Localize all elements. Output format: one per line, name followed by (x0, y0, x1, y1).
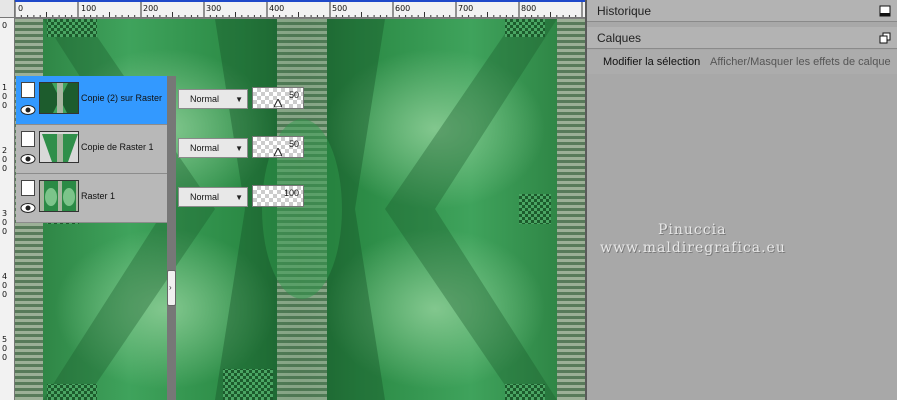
side-panels: Historique Calques Modifier la sélection… (585, 0, 897, 400)
layer-controls-row: Normal ▼ 100 (176, 174, 312, 223)
modify-selection-toggle[interactable]: Modifier la sélection (603, 56, 700, 68)
opacity-value: 100 (283, 188, 299, 198)
opacity-slider[interactable]: 100 (252, 185, 304, 207)
layers-panel-header[interactable]: Calques (587, 27, 897, 49)
horizontal-ruler[interactable]: 0 100 200 300 400 500 600 700 800 (15, 0, 585, 18)
blend-mode-value: Normal (190, 192, 220, 202)
layer-row-raster-1[interactable]: Raster 1 (16, 174, 167, 223)
ruler-label-500: 500 (332, 4, 348, 13)
vruler-digit: 4 (2, 272, 8, 281)
vruler-digit: 0 (2, 92, 8, 101)
blend-mode-select[interactable]: Normal ▼ (178, 187, 248, 207)
vruler-digit: 0 (2, 353, 8, 362)
layers-splitter[interactable] (167, 76, 176, 400)
layer-type-icon (21, 180, 35, 196)
layer-thumbnail (39, 180, 79, 212)
vruler-digit: 0 (2, 290, 8, 299)
vruler-digit: 0 (2, 164, 8, 173)
blend-mode-value: Normal (190, 143, 220, 153)
opacity-value: 50 (288, 90, 299, 100)
chevron-down-icon: ▼ (235, 193, 243, 202)
vruler-digit: 0 (2, 21, 8, 30)
restore-icon[interactable] (879, 32, 891, 44)
layer-controls-row: Normal ▼ 50 (176, 125, 312, 174)
layer-type-icon (21, 82, 35, 98)
ruler-label-800: 800 (521, 4, 537, 13)
watermark-url: www.maldiregrafica.eu (600, 240, 786, 256)
layer-name: Raster 1 (81, 191, 116, 201)
vertical-ruler[interactable]: 0 1 0 0 2 0 0 3 0 0 4 0 0 5 0 0 (0, 18, 15, 400)
layer-visibility-box (19, 80, 37, 120)
chevron-down-icon: ▼ (235, 95, 243, 104)
ruler-label-600: 600 (395, 4, 411, 13)
history-panel-header[interactable]: Historique (587, 0, 897, 22)
eye-icon[interactable] (20, 202, 36, 214)
vruler-digit: 0 (2, 155, 8, 164)
layer-visibility-box (19, 129, 37, 169)
vruler-digit: 0 (2, 344, 8, 353)
layer-controls-row: Normal ▼ 50 (176, 76, 312, 125)
ruler-label-700: 700 (458, 4, 474, 13)
opacity-slider[interactable]: 50 (252, 87, 304, 109)
chevron-down-icon: ▼ (235, 144, 243, 153)
layer-thumbnail (39, 82, 79, 114)
vruler-digit: 0 (2, 227, 8, 236)
layer-type-icon (21, 131, 35, 147)
layers-toolbar: Modifier la sélection Afficher/Masquer l… (587, 50, 897, 74)
ruler-label-0: 0 (18, 4, 24, 13)
layer-name: Copie (2) sur Raster (81, 93, 163, 103)
opacity-slider[interactable]: 50 (252, 136, 304, 158)
layer-name: Copie de Raster 1 (81, 142, 154, 152)
layer-visibility-box (19, 178, 37, 218)
eye-icon[interactable] (20, 153, 36, 165)
opacity-value: 50 (288, 139, 299, 149)
layers-title: Calques (597, 31, 642, 45)
ruler-label-100: 100 (81, 4, 97, 13)
vruler-digit: 2 (2, 146, 8, 155)
vruler-digit: 5 (2, 335, 8, 344)
layer-list: Copie (2) sur Raster Copie de Raster 1 R… (16, 76, 167, 223)
blend-mode-select[interactable]: Normal ▼ (178, 89, 248, 109)
vruler-digit: 0 (2, 101, 8, 110)
paintshop-workspace: 0 100 200 300 400 500 600 700 800 0 1 0 … (0, 0, 897, 400)
vruler-digit: 1 (2, 83, 8, 92)
blend-mode-select[interactable]: Normal ▼ (178, 138, 248, 158)
blend-mode-value: Normal (190, 94, 220, 104)
opacity-pointer-icon (274, 99, 282, 107)
minimize-icon[interactable] (879, 5, 891, 17)
opacity-pointer-icon (274, 148, 282, 156)
layer-row-copie-raster-1[interactable]: Copie de Raster 1 (16, 125, 167, 174)
ruler-corner (0, 0, 15, 18)
ruler-label-400: 400 (269, 4, 285, 13)
show-hide-effects-toggle[interactable]: Afficher/Masquer les effets de calque (710, 56, 891, 68)
watermark-name: Pinuccia (658, 222, 727, 238)
ruler-ticks (15, 2, 583, 17)
vruler-digit: 0 (2, 281, 8, 290)
chevron-right-icon: › (169, 283, 172, 292)
layer-thumbnail (39, 131, 79, 163)
eye-icon[interactable] (20, 104, 36, 116)
splitter-handle[interactable]: › (167, 270, 176, 306)
vruler-digit: 0 (2, 218, 8, 227)
history-title: Historique (597, 4, 652, 18)
vruler-digit: 3 (2, 209, 8, 218)
ruler-label-300: 300 (206, 4, 222, 13)
ruler-label-200: 200 (143, 4, 159, 13)
layer-row-copie-2[interactable]: Copie (2) sur Raster (16, 76, 167, 125)
